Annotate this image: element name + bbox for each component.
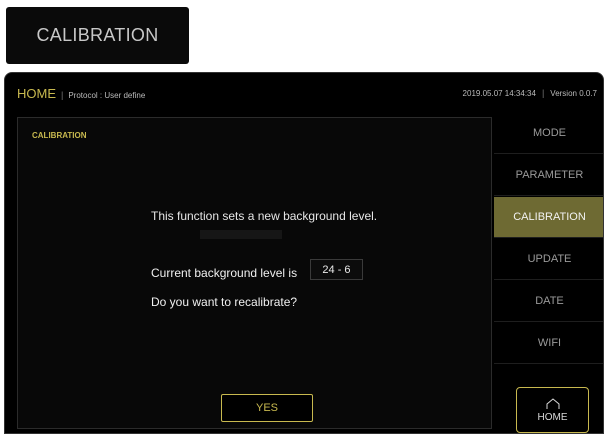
section-title: CALIBRATION xyxy=(32,131,87,140)
calibration-message: This function sets a new background leve… xyxy=(151,209,378,223)
sidebar-item-update[interactable]: UPDATE xyxy=(494,239,603,280)
sidebar-item-calibration[interactable]: CALIBRATION xyxy=(494,197,603,238)
header-left: HOME | Protocol : User define xyxy=(17,86,145,101)
home-button-label: HOME xyxy=(537,411,568,423)
header-bar: HOME | Protocol : User define 2019.05.07… xyxy=(5,73,603,113)
background-level-label: Current background level is xyxy=(151,266,298,280)
background-level-value: 24 - 6 xyxy=(310,259,363,280)
sidebar-item-wifi[interactable]: WIFI xyxy=(494,323,603,364)
home-icon xyxy=(546,397,559,409)
version-label: Version 0.0.7 xyxy=(550,88,597,98)
yes-button[interactable]: YES xyxy=(221,394,313,422)
recalibrate-question: Do you want to recalibrate? xyxy=(151,295,298,309)
protocol-label: Protocol : User define xyxy=(68,90,146,100)
content-panel: CALIBRATION This function sets a new bac… xyxy=(17,117,492,429)
home-link[interactable]: HOME xyxy=(17,86,56,101)
faded-text-bar xyxy=(200,230,282,239)
header-separator-2: | xyxy=(541,88,545,98)
sidebar-item-date[interactable]: DATE xyxy=(494,281,603,322)
device-screen: HOME | Protocol : User define 2019.05.07… xyxy=(4,72,604,434)
title-card: CALIBRATION xyxy=(6,7,189,64)
header-separator: | xyxy=(61,89,64,100)
sidebar-item-mode[interactable]: MODE xyxy=(494,113,603,154)
sidebar-item-parameter[interactable]: PARAMETER xyxy=(494,155,603,196)
title-card-label: CALIBRATION xyxy=(36,25,159,45)
datetime-label: 2019.05.07 14:34:34 xyxy=(462,88,536,98)
header-right: 2019.05.07 14:34:34 | Version 0.0.7 xyxy=(463,88,597,98)
home-button[interactable]: HOME xyxy=(516,387,589,433)
sidebar-menu: MODE PARAMETER CALIBRATION UPDATE DATE W… xyxy=(494,113,603,433)
